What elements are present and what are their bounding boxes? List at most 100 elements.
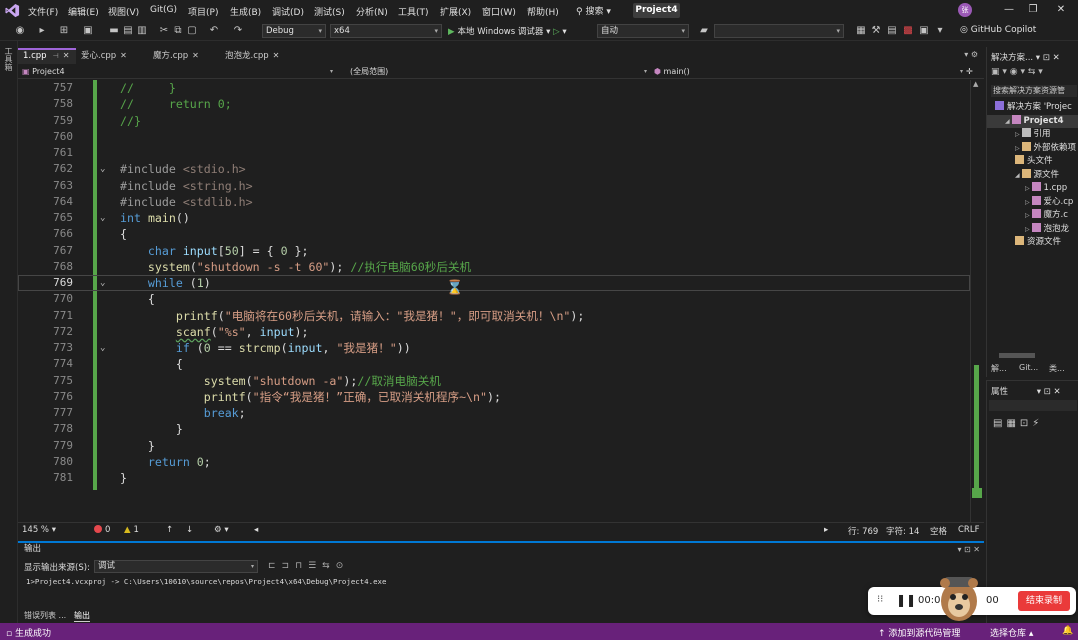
paste-icon[interactable]: ▢ [186, 25, 198, 37]
code-line[interactable]: 770 { [18, 291, 970, 307]
wrench-icon[interactable]: ⚒ [870, 25, 882, 37]
save-all-icon[interactable]: ▥ [136, 25, 148, 37]
drag-handle-icon[interactable]: ⁝⁝ [877, 594, 883, 605]
format-icon[interactable]: ▤ [886, 25, 898, 37]
notifications-icon[interactable]: 🔔 [1062, 626, 1073, 636]
code-line[interactable]: 763 #include <string.h> [18, 178, 970, 194]
menu-item-7[interactable]: 测试(S) [314, 5, 345, 18]
code-cleanup-icon[interactable]: ⚙ ▾ [214, 525, 229, 535]
tab-bubble-cpp[interactable]: 泡泡龙.cpp ✕ [220, 48, 300, 64]
output-toolbar-icons[interactable]: ⊏⊐⊓☰⇆⊙ [268, 561, 349, 571]
menu-item-8[interactable]: 分析(N) [356, 5, 388, 18]
panel-controls[interactable]: ▾ ⊡ ✕ [957, 543, 980, 556]
nav-down-icon[interactable]: ↓ [186, 525, 193, 535]
tab-cube-cpp[interactable]: 魔方.cpp ✕ [148, 48, 220, 64]
folder-icon[interactable]: ▰ [698, 25, 710, 37]
auto-select[interactable]: 自动 ▾ [597, 24, 689, 38]
error-count[interactable]: 0 [94, 525, 110, 535]
menu-item-9[interactable]: 工具(T) [398, 5, 429, 18]
code-line[interactable]: 769 ⌄ while (1) [18, 275, 970, 291]
user-avatar[interactable]: 张 [958, 3, 972, 17]
horizontal-scrollbar-thumb[interactable] [999, 353, 1035, 358]
warning-count[interactable]: ▲ 1 [124, 525, 139, 535]
output-source-select[interactable]: 调试 ▾ [94, 560, 258, 573]
solution-tree-item[interactable]: ▷ 魔方.c [987, 209, 1078, 222]
overflow-icon[interactable]: ▾ [934, 25, 946, 37]
menu-item-1[interactable]: 编辑(E) [68, 5, 99, 18]
solution-toolbar-icons[interactable]: ▣ ▾ ◉ ▾ ⇆ ▾ [991, 67, 1043, 77]
code-line[interactable]: 777 break; [18, 405, 970, 421]
solution-tree-item[interactable]: 资源文件 [987, 236, 1078, 249]
project-nav-select[interactable]: ▣ Project4 ▾ [22, 65, 336, 78]
tab-git[interactable]: Git... [1019, 363, 1038, 372]
add-to-source-control-button[interactable]: ↑ 添加到源代码管理 [878, 626, 960, 639]
solution-tree-item[interactable]: 头文件 [987, 155, 1078, 168]
fold-chevron-icon[interactable]: ⌄ [100, 340, 105, 356]
search-box[interactable]: ⚲ 搜索 ▾ [576, 4, 611, 17]
scroll-up-icon[interactable]: ▲ [973, 80, 978, 88]
platform-select[interactable]: x64 ▾ [330, 24, 442, 38]
add-item-icon[interactable]: ▣ [82, 25, 94, 37]
code-line[interactable]: 778 } [18, 421, 970, 437]
code-line[interactable]: 764 #include <stdlib.h> [18, 194, 970, 210]
code-line[interactable]: 761 [18, 145, 970, 161]
cut-icon[interactable]: ✂ [158, 25, 170, 37]
code-line[interactable]: 767 char input[50] = { 0 }; [18, 243, 970, 259]
menu-item-3[interactable]: Git(G) [150, 5, 177, 15]
fold-chevron-icon[interactable]: ⌄ [100, 275, 105, 291]
solution-tree-item[interactable]: 解决方案 'Projec [987, 101, 1078, 114]
maximize-button[interactable]: ❐ [1024, 3, 1042, 17]
code-line[interactable]: 772 scanf("%s", input); [18, 324, 970, 340]
scroll-right-icon[interactable]: ▸ [824, 525, 828, 535]
fold-chevron-icon[interactable]: ⌄ [100, 161, 105, 177]
solution-tree-item[interactable]: ◢ Project4 [987, 114, 1078, 128]
select-repository-button[interactable]: 选择仓库 ▴ [990, 626, 1033, 639]
stop-recording-button[interactable]: 结束录制 [1018, 591, 1070, 611]
code-editor[interactable]: 757 // } 758 // return 0; 759 //} 760 761 762 ⌄ #i… [18, 80, 970, 522]
code-line[interactable]: 773 ⌄ if (0 == strcmp(input, "我是猪！")) [18, 340, 970, 356]
pause-button[interactable]: ❚❚ [896, 593, 916, 607]
tab-output[interactable]: 输出 [74, 610, 90, 622]
tab-overflow-icon[interactable]: ▾ ⚙ [964, 50, 978, 59]
empty-select[interactable]: ▾ [714, 24, 844, 38]
tab-class[interactable]: 类... [1049, 363, 1065, 374]
nav-up-icon[interactable]: ↑ [166, 525, 173, 535]
pin-icon[interactable]: ⊣ [53, 52, 59, 60]
spaces-indicator[interactable]: 空格 [930, 525, 947, 537]
menu-item-10[interactable]: 扩展(X) [440, 5, 471, 18]
zoom-level[interactable]: 145 % ▾ [22, 525, 56, 535]
fold-chevron-icon[interactable]: ⌄ [100, 210, 105, 226]
menu-item-4[interactable]: 项目(P) [188, 5, 218, 18]
solution-tree-item[interactable]: ▷ 爱心.cp [987, 195, 1078, 209]
copy-icon[interactable]: ⧉ [172, 25, 184, 37]
new-project-icon[interactable]: ⊞ [58, 25, 70, 37]
code-line[interactable]: 766 { [18, 226, 970, 242]
scope-nav-select[interactable]: (全局范围) ▾ [340, 65, 650, 78]
code-line[interactable]: 775 system("shutdown -a");//取消电脑关机 [18, 373, 970, 389]
solution-tree-item[interactable]: ▷ 引用 [987, 128, 1078, 141]
properties-object-select[interactable] [989, 400, 1077, 411]
code-line[interactable]: 771 printf("电脑将在60秒后关机，请输入："我是猪！"，即可取消关机… [18, 308, 970, 324]
menu-item-2[interactable]: 视图(V) [108, 5, 139, 18]
code-line[interactable]: 759 //} [18, 113, 970, 129]
close-tab-icon[interactable]: ✕ [273, 51, 280, 60]
menu-item-12[interactable]: 帮助(H) [527, 5, 559, 18]
code-line[interactable]: 774 { [18, 356, 970, 372]
code-line[interactable]: 765 ⌄ int main() [18, 210, 970, 226]
scroll-left-icon[interactable]: ◂ [254, 525, 258, 535]
code-line[interactable]: 758 // return 0; [18, 96, 970, 112]
close-window-button[interactable]: ✕ [1052, 3, 1070, 17]
toolbox-tab[interactable]: 工具箱 [4, 47, 14, 71]
function-nav-select[interactable]: ⬢ main() ▾ [654, 65, 966, 78]
save-icon[interactable]: ▤ [122, 25, 134, 37]
menu-item-6[interactable]: 调试(D) [272, 5, 304, 18]
solution-search-input[interactable]: 搜索解决方案资源管 [991, 85, 1077, 97]
solution-tree-item[interactable]: ▷ 外部依赖项 [987, 141, 1078, 155]
solution-tree-item[interactable]: ▷ 泡泡龙 [987, 222, 1078, 236]
open-icon[interactable]: ▬ [108, 25, 120, 37]
solution-tree-item[interactable]: ◢ 源文件 [987, 168, 1078, 182]
code-line[interactable]: 760 [18, 129, 970, 145]
solution-tree-item[interactable]: ▷ 1.cpp [987, 182, 1078, 195]
tab-error-list[interactable]: 错误列表 ... [24, 610, 66, 621]
configuration-select[interactable]: Debug ▾ [262, 24, 326, 38]
